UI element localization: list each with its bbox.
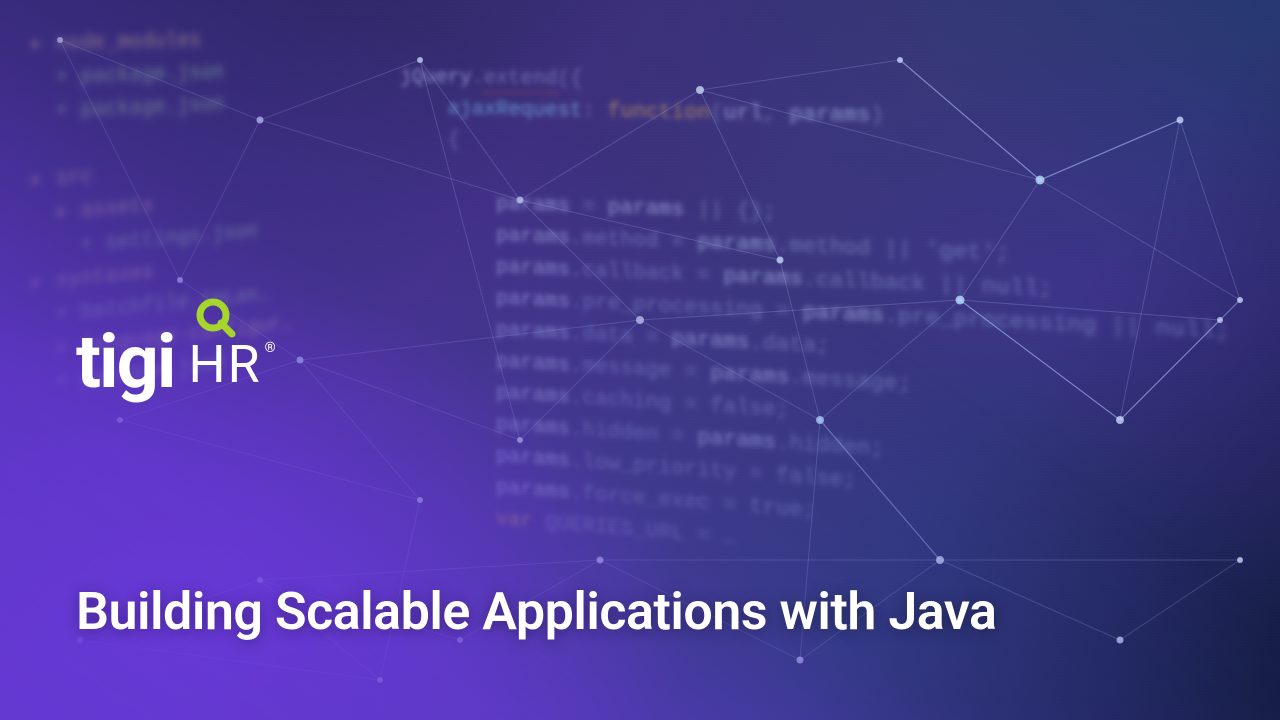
headline-text: Building Scalable Applications with Java [76, 582, 1220, 642]
brand-name-primary: tigi [76, 330, 174, 397]
hero-banner: ▸ node_modules • package.json • package.… [0, 0, 1280, 720]
brand-hr-text: HR [188, 334, 261, 395]
registered-mark: ® [265, 341, 278, 355]
bg-code-main: jQuery.extend({ ajaxRequest: function(ur… [400, 62, 1230, 596]
brand-name-secondary: HR ® [188, 339, 261, 397]
logo-accent-icon [194, 296, 236, 338]
brand-logo: tigi HR ® [76, 330, 262, 397]
